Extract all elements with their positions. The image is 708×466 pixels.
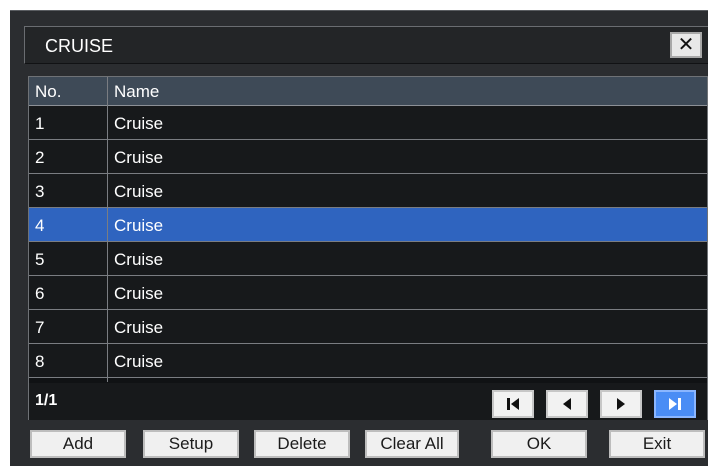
row-number: 1: [35, 114, 45, 133]
clear-all-button[interactable]: Clear All: [365, 430, 459, 458]
row-number: 6: [35, 284, 45, 303]
dialog-title: CRUISE: [45, 36, 114, 56]
column-divider: [107, 77, 108, 382]
row-number: 7: [35, 318, 45, 337]
next-page-button[interactable]: [600, 390, 642, 418]
table-row[interactable]: 1 Cruise: [29, 106, 707, 140]
close-button[interactable]: ✕: [670, 32, 702, 58]
first-page-button[interactable]: [492, 390, 534, 418]
row-name: Cruise: [114, 216, 164, 235]
exit-button[interactable]: Exit: [609, 430, 705, 458]
table-row[interactable]: 2 Cruise: [29, 140, 707, 174]
table-row[interactable]: 5 Cruise: [29, 242, 707, 276]
row-number: 8: [35, 352, 45, 371]
row-name: Cruise: [114, 250, 164, 269]
first-page-icon: [507, 398, 519, 410]
last-page-icon: [669, 398, 681, 410]
next-page-icon: [617, 398, 625, 410]
add-button[interactable]: Add: [30, 430, 126, 458]
table-header: No. Name: [29, 77, 707, 106]
row-name: Cruise: [114, 284, 164, 303]
row-number: 3: [35, 182, 45, 201]
row-name: Cruise: [114, 182, 164, 201]
table-row[interactable]: 7 Cruise: [29, 310, 707, 344]
previous-page-button[interactable]: [546, 390, 588, 418]
row-name: Cruise: [114, 114, 164, 133]
table-footer: 1/1: [29, 383, 707, 420]
table-row[interactable]: 6 Cruise: [29, 276, 707, 310]
table-row[interactable]: 8 Cruise: [29, 344, 707, 378]
ok-button[interactable]: OK: [491, 430, 587, 458]
row-name: Cruise: [114, 352, 164, 371]
title-bar: CRUISE ✕: [24, 26, 708, 64]
close-icon: ✕: [677, 34, 695, 56]
row-number: 4: [35, 216, 45, 235]
table-row-selected[interactable]: 4 Cruise: [29, 208, 707, 242]
delete-button[interactable]: Delete: [254, 430, 350, 458]
last-page-button[interactable]: [654, 390, 696, 418]
column-header-no: No.: [35, 82, 62, 101]
row-number: 2: [35, 148, 45, 167]
page-indicator: 1/1: [35, 392, 58, 409]
row-name: Cruise: [114, 318, 164, 337]
cruise-table: No. Name 1 Cruise 2 Cruise 3 Cruise 4 Cr…: [28, 76, 708, 420]
row-number: 5: [35, 250, 45, 269]
previous-page-icon: [563, 398, 571, 410]
setup-button[interactable]: Setup: [143, 430, 239, 458]
row-name: Cruise: [114, 148, 164, 167]
column-header-name: Name: [114, 82, 160, 101]
table-row[interactable]: 3 Cruise: [29, 174, 707, 208]
